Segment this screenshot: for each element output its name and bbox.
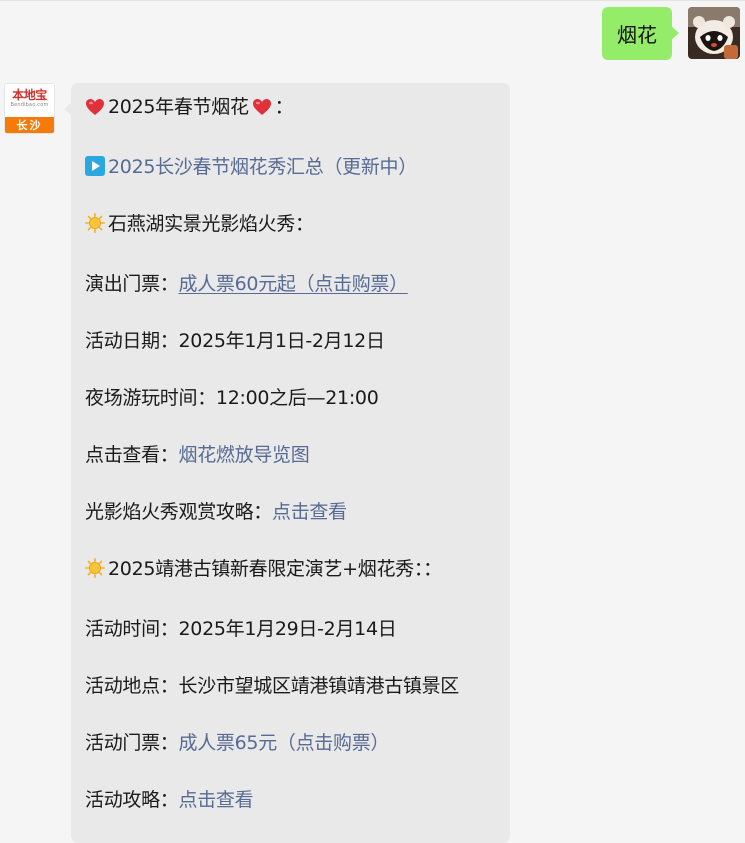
- sun-icon: [85, 213, 106, 241]
- bot-message-bubble: 2025年春节烟花 ： 2025长沙春节烟花秀汇总（更新中） 石燕湖实景光影焰火…: [64, 83, 510, 843]
- user-avatar-image: [688, 7, 740, 59]
- bot-avatar[interactable]: 本地宝 Bendibao.com 长沙: [4, 83, 55, 134]
- section-title-line: 2025年春节烟花 ：: [85, 93, 496, 124]
- jinggang-guide-label: 活动攻略：: [85, 789, 179, 811]
- logo-url-text: Bendibao.com: [10, 102, 49, 108]
- logo-city-badge: 长沙: [5, 117, 54, 133]
- user-message-row: 烟花: [602, 7, 740, 60]
- sun-icon: [85, 558, 106, 586]
- ticket-label: 演出门票：: [85, 273, 179, 295]
- summary-link-line: 2025长沙春节烟花秀汇总（更新中）: [85, 153, 496, 181]
- jinggang-ticket-line: 活动门票：成人票65元（点击购票）: [85, 729, 496, 757]
- play-button-icon: [85, 156, 105, 176]
- logo-brand-text: 本地宝: [12, 88, 47, 102]
- top-divider: [0, 0, 745, 1]
- viewing-guide-link[interactable]: 点击查看: [272, 501, 347, 523]
- user-avatar[interactable]: [688, 7, 740, 59]
- jinggang-heading-text: 2025靖港古镇新春限定演艺+烟花秀：：: [108, 558, 442, 580]
- viewing-guide-label: 光影焰火秀观赏攻略：: [85, 501, 273, 523]
- jinggang-heading-line: 2025靖港古镇新春限定演艺+烟花秀：：: [85, 555, 496, 586]
- user-message-bubble[interactable]: 烟花: [602, 7, 679, 60]
- section-title-text: 2025年春节烟花: [108, 96, 249, 118]
- jinggang-ticket-label: 活动门票：: [85, 732, 179, 754]
- bendibao-logo: 本地宝 Bendibao.com: [5, 84, 54, 117]
- user-message-text: 烟花: [617, 23, 657, 47]
- guide-map-label: 点击查看：: [85, 444, 179, 466]
- viewing-guide-line: 光影焰火秀观赏攻略：点击查看: [85, 498, 496, 526]
- jinggang-guide-line: 活动攻略：点击查看: [85, 786, 496, 814]
- event-date-line: 活动日期：2025年1月1日-2月12日: [85, 330, 385, 352]
- ticket-line: 演出门票：成人票60元起（点击购票）: [85, 270, 496, 298]
- guide-map-link[interactable]: 烟花燃放导览图: [179, 444, 310, 466]
- jinggang-ticket-link[interactable]: 成人票65元（点击购票）: [179, 732, 390, 754]
- jinggang-time-line: 活动时间：2025年1月29日-2月14日: [85, 618, 397, 640]
- night-hours-line: 夜场游玩时间：12:00之后—21:00: [85, 387, 379, 409]
- jinggang-guide-link[interactable]: 点击查看: [179, 789, 254, 811]
- red-heart-icon: [252, 96, 272, 124]
- red-heart-icon: [85, 96, 105, 124]
- jinggang-location-line: 活动地点：长沙市望城区靖港镇靖港古镇景区: [85, 675, 460, 697]
- section-title-suffix: ：: [274, 96, 294, 118]
- guide-map-line: 点击查看：烟花燃放导览图: [85, 441, 496, 469]
- shiyanhu-heading-line: 石燕湖实景光影焰火秀：: [85, 210, 496, 241]
- shiyanhu-heading-text: 石燕湖实景光影焰火秀：: [108, 213, 314, 235]
- summary-link[interactable]: 2025长沙春节烟花秀汇总（更新中）: [108, 156, 417, 178]
- ticket-purchase-link[interactable]: 成人票60元起（点击购票）: [179, 273, 409, 295]
